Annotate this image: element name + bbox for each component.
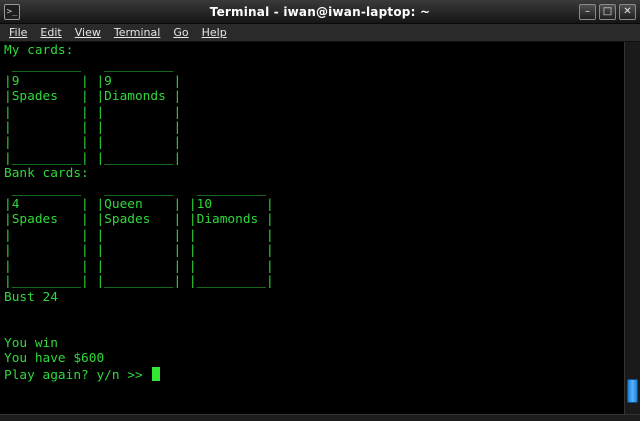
- terminal-line: | | | |: [4, 104, 182, 120]
- terminal-line: | | | |: [4, 120, 182, 136]
- terminal-line: | | | |: [4, 135, 182, 151]
- terminal-line: | | | | | |: [4, 258, 274, 274]
- window-controls: – □ ✕: [579, 4, 636, 20]
- terminal-line: | | | | | |: [4, 243, 274, 259]
- terminal-line: |_________| |_________| |_________|: [4, 274, 274, 290]
- terminal-line: _________ _________ _________: [4, 181, 266, 197]
- menu-terminal[interactable]: Terminal: [114, 26, 161, 39]
- menu-view[interactable]: View: [75, 26, 101, 39]
- terminal-scrollbar[interactable]: [624, 42, 640, 414]
- terminal-line: |_________| |_________|: [4, 150, 182, 166]
- terminal-line: You have $600: [4, 351, 105, 367]
- close-icon[interactable]: ✕: [619, 4, 636, 20]
- prompt-text: Play again? y/n >>: [4, 367, 151, 383]
- terminal-line: | | | | | |: [4, 227, 274, 243]
- text-cursor: [152, 366, 161, 381]
- menu-help[interactable]: Help: [202, 26, 227, 39]
- terminal-line: |4 | |Queen | |10 |: [4, 197, 274, 213]
- terminal-line: Bank cards:: [4, 166, 89, 182]
- menu-file[interactable]: File: [9, 26, 27, 39]
- terminal-line: My cards:: [4, 43, 74, 58]
- menu-go[interactable]: Go: [173, 26, 188, 39]
- terminal-line: _________ _________: [4, 58, 174, 74]
- terminal-line: |Spades | |Diamonds |: [4, 89, 182, 105]
- terminal-output[interactable]: My cards: _________ _________ |9 | |9 | |S…: [0, 42, 624, 414]
- menu-bar: File Edit View Terminal Go Help: [0, 24, 640, 42]
- terminal-line: |Spades | |Spades | |Diamonds |: [4, 212, 274, 228]
- terminal-line: Bust 24: [4, 289, 58, 305]
- window-bottom-edge: [0, 414, 640, 421]
- maximize-icon[interactable]: □: [599, 4, 616, 20]
- terminal-line: You win: [4, 335, 58, 351]
- prompt-line[interactable]: Play again? y/n >>: [4, 366, 274, 383]
- terminal-line: |9 | |9 |: [4, 73, 182, 89]
- menu-edit[interactable]: Edit: [40, 26, 61, 39]
- minimize-icon[interactable]: –: [579, 4, 596, 20]
- terminal-text: My cards: _________ _________ |9 | |9 | |S…: [4, 43, 274, 383]
- window-title: Terminal - iwan@iwan-laptop: ~: [209, 5, 431, 19]
- title-bar[interactable]: >_ Terminal - iwan@iwan-laptop: ~ – □ ✕: [0, 0, 640, 24]
- scrollbar-thumb[interactable]: [627, 379, 638, 403]
